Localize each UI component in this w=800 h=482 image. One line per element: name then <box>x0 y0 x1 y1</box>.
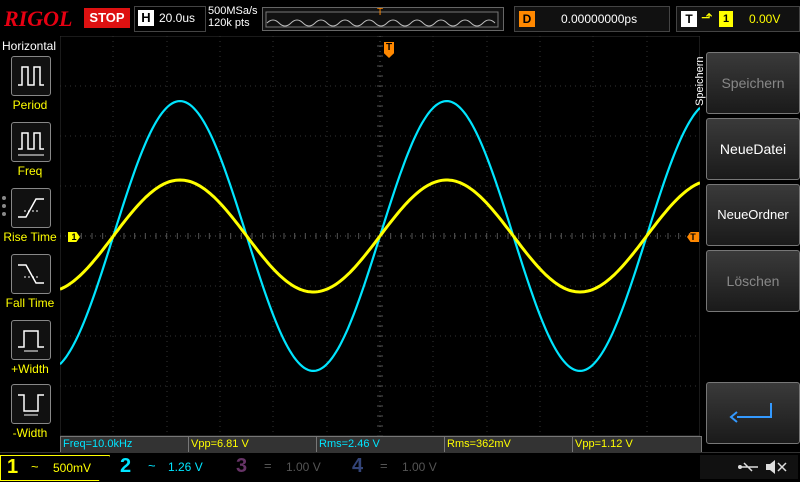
ch4-tab[interactable]: 4 = 1.00 V <box>344 455 460 479</box>
ch2-number: 2 <box>120 455 132 477</box>
ch1-scale: 500mV <box>53 461 92 475</box>
neue-ordner-label: NeueOrdner <box>717 207 789 222</box>
horizontal-label: H <box>138 10 154 26</box>
trigger-source: 1 <box>719 11 733 27</box>
rise-time-label: Rise Time <box>3 230 57 244</box>
status-icon-area <box>700 455 798 479</box>
top-status-bar: RIGOL STOP H 20.0us 500MSa/s 120k pts T … <box>0 0 800 36</box>
freq-icon <box>18 132 44 156</box>
fall-time-button[interactable] <box>11 254 51 294</box>
loeschen-button[interactable]: Löschen <box>706 250 800 312</box>
fall-time-icon <box>18 264 44 284</box>
rising-edge-icon: ⬏ <box>701 9 713 25</box>
memory-depth: 120k pts <box>208 17 250 29</box>
neue-datei-button[interactable]: NeueDatei <box>706 118 800 180</box>
rise-time-button[interactable] <box>11 188 51 228</box>
rise-time-icon <box>18 198 44 218</box>
period-button[interactable] <box>11 56 51 96</box>
trigger-position-marker: T <box>377 7 384 18</box>
measurement-bar: Freq=10.0kHz Vpp=6.81 V Rms=2.46 V Rms=3… <box>60 436 702 453</box>
delay-label: D <box>519 11 535 27</box>
timebase-value: 20.0us <box>159 11 196 25</box>
run-stop-status[interactable]: STOP <box>84 8 130 28</box>
measurement-item[interactable]: Vpp=6.81 V <box>188 436 318 453</box>
negative-width-label: -Width <box>12 426 48 440</box>
ch1-tab[interactable]: 1 ~ 500mV <box>0 455 110 481</box>
period-icon <box>18 66 44 86</box>
ch4-scale: 1.00 V <box>402 460 437 474</box>
page-dot <box>2 196 6 200</box>
neue-ordner-button[interactable]: NeueOrdner <box>706 184 800 246</box>
scope-grid <box>59 35 701 437</box>
waveform-display[interactable]: T 1 T <box>59 35 701 437</box>
page-dot <box>2 212 6 216</box>
ch3-scale: 1.00 V <box>286 460 321 474</box>
ch3-number: 3 <box>236 455 248 477</box>
fall-time-label: Fall Time <box>5 296 55 310</box>
freq-button[interactable] <box>11 122 51 162</box>
trigger-label: T <box>681 11 697 27</box>
measurement-item[interactable]: Rms=2.46 V <box>316 436 446 453</box>
speichern-button[interactable]: Speichern <box>706 52 800 114</box>
timebase-box[interactable]: H 20.0us <box>134 6 206 32</box>
negative-width-button[interactable] <box>11 384 51 424</box>
ch2-coupling-icon: ~ <box>148 458 156 473</box>
page-dot <box>2 204 6 208</box>
sample-rate: 500MSa/s <box>208 5 258 17</box>
loeschen-label: Löschen <box>726 273 780 289</box>
rigol-logo: RIGOL <box>4 6 73 31</box>
ch2-tab[interactable]: 2 ~ 1.26 V <box>112 455 228 479</box>
ch3-tab[interactable]: 3 = 1.00 V <box>228 455 342 479</box>
right-menu-title: Speichern <box>694 56 706 106</box>
save-softkey-menu: Speichern Speichern NeueDatei NeueOrdner… <box>694 36 800 452</box>
speaker-muted-icon <box>766 460 787 474</box>
positive-width-label: +Width <box>11 362 49 376</box>
measurement-item[interactable]: Vpp=1.12 V <box>572 436 702 453</box>
usb-icon <box>738 462 758 472</box>
ch3-coupling-icon: = <box>264 458 272 473</box>
ch4-number: 4 <box>352 455 364 477</box>
return-arrow-icon <box>729 403 772 423</box>
ch2-scale: 1.26 V <box>168 460 203 474</box>
trigger-position-bar[interactable]: T <box>262 7 504 31</box>
return-button[interactable] <box>706 382 800 444</box>
trigger-level: 0.00V <box>749 12 781 26</box>
measurement-item[interactable]: Freq=10.0kHz <box>60 436 190 453</box>
negative-width-icon <box>18 394 44 416</box>
positive-width-button[interactable] <box>11 320 51 360</box>
horizontal-measure-menu: Horizontal Period Freq Rise Time Fall Ti… <box>0 36 60 452</box>
period-label: Period <box>12 98 48 112</box>
ch1-number: 1 <box>7 456 19 478</box>
positive-width-icon <box>18 330 44 352</box>
freq-label: Freq <box>17 164 43 178</box>
ch1-coupling-icon: ~ <box>31 459 39 474</box>
left-menu-title: Horizontal <box>2 39 57 53</box>
ch4-coupling-icon: = <box>380 458 388 473</box>
neue-datei-label: NeueDatei <box>719 141 787 157</box>
delay-value: 0.00000000ps <box>561 12 638 26</box>
measurement-item[interactable]: Rms=362mV <box>444 436 574 453</box>
channel-bar: 1 ~ 500mV 2 ~ 1.26 V 3 = 1.00 V 4 = 1.00… <box>0 452 800 481</box>
speichern-label: Speichern <box>721 75 785 91</box>
trigger-box[interactable]: T ⬏ 1 0.00V <box>676 6 800 32</box>
delay-box[interactable]: D 0.00000000ps <box>514 6 670 32</box>
